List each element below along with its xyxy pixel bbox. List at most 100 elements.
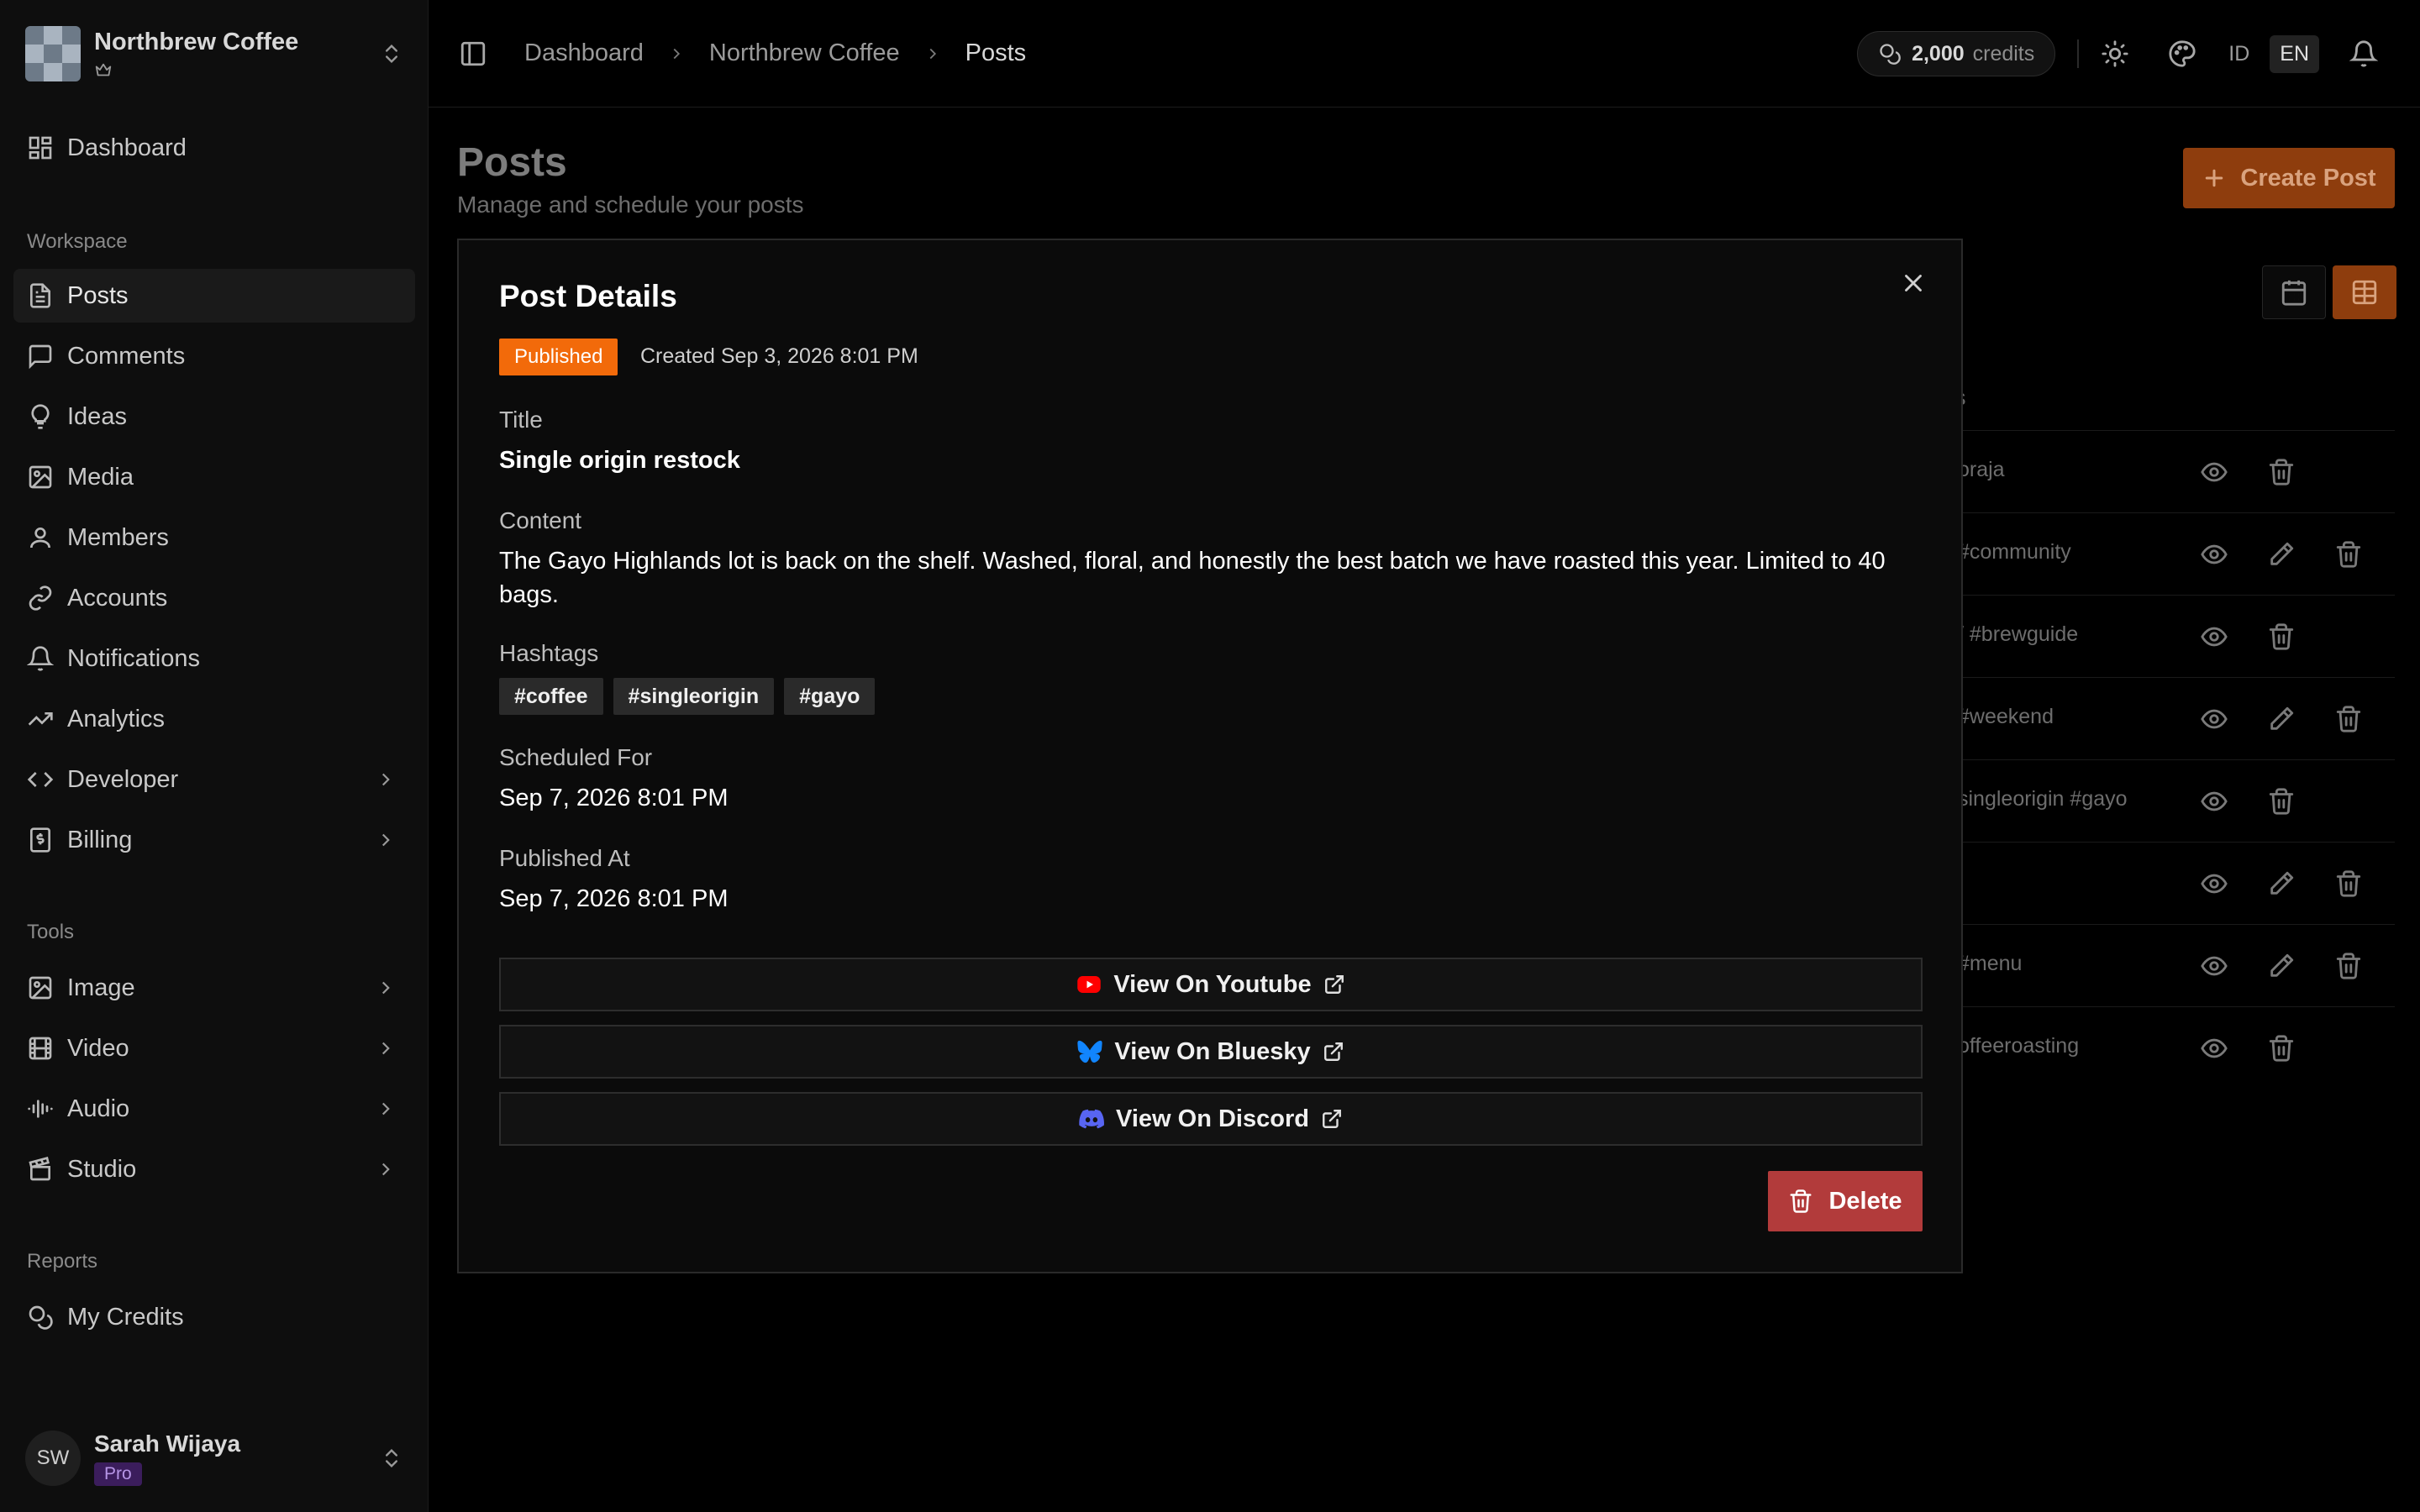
sidebar-item-posts[interactable]: Posts <box>13 269 415 323</box>
eye-icon[interactable] <box>2200 952 2228 980</box>
sidebar-item-accounts[interactable]: Accounts <box>13 571 415 625</box>
trash-icon[interactable] <box>2267 1034 2296 1063</box>
trash-icon[interactable] <box>2334 952 2363 980</box>
hashtag: #singleorigin <box>613 678 775 715</box>
view-on-discord-button[interactable]: View On Discord <box>499 1092 1923 1146</box>
sidebar-item-billing[interactable]: Billing <box>13 813 415 867</box>
pencil-icon[interactable] <box>2267 952 2296 980</box>
published-value: Sep 7, 2026 8:01 PM <box>499 885 729 912</box>
trash-icon[interactable] <box>2334 705 2363 733</box>
credits-pill[interactable]: 2,000 credits <box>1857 31 2056 76</box>
section-title-workspace: Workspace <box>27 230 128 253</box>
pencil-icon[interactable] <box>2267 705 2296 733</box>
sidebar-item-label: Audio <box>67 1095 130 1122</box>
eye-icon[interactable] <box>2200 787 2228 816</box>
sidebar-item-label: Posts <box>67 281 129 309</box>
lang-id[interactable]: ID <box>2223 35 2254 73</box>
row-hashtags: / #brewguide <box>1958 622 2079 646</box>
pencil-icon[interactable] <box>2267 869 2296 898</box>
view-on-discord-label: View On Discord <box>1116 1105 1309 1132</box>
sidebar-item-studio[interactable]: Studio <box>13 1142 415 1196</box>
table-row: oraja <box>1954 430 2395 512</box>
sidebar-item-audio[interactable]: Audio <box>13 1082 415 1136</box>
view-on-bluesky-button[interactable]: View On Bluesky <box>499 1025 1923 1079</box>
breadcrumb-org[interactable]: Northbrew Coffee <box>709 39 900 67</box>
plan-badge: Pro <box>94 1462 142 1486</box>
youtube-icon <box>1077 976 1102 993</box>
sidebar-item-my-credits[interactable]: My Credits <box>13 1290 415 1344</box>
lang-en[interactable]: EN <box>2270 34 2319 73</box>
sidebar-item-analytics[interactable]: Analytics <box>13 692 415 746</box>
view-on-bluesky-label: View On Bluesky <box>1114 1037 1311 1065</box>
bell-icon <box>27 646 54 671</box>
plus-icon <box>2206 169 2223 187</box>
palette-icon[interactable] <box>2168 39 2196 68</box>
code-icon <box>27 772 54 787</box>
eye-icon[interactable] <box>2200 705 2228 733</box>
sidebar-item-ideas[interactable]: Ideas <box>13 390 415 444</box>
table-row: #weekend <box>1954 677 2395 759</box>
pencil-icon[interactable] <box>2267 540 2296 569</box>
sidebar-item-label: Billing <box>67 826 133 853</box>
coins-icon <box>1880 44 1901 65</box>
eye-icon[interactable] <box>2200 869 2228 898</box>
sidebar-item-label: Image <box>67 974 135 1001</box>
sidebar-item-notifications[interactable]: Notifications <box>13 632 415 685</box>
trash-icon[interactable] <box>2267 787 2296 816</box>
chevron-right-icon <box>381 833 390 847</box>
bluesky-icon <box>1077 1040 1103 1063</box>
table-row: #menu <box>1954 924 2395 1006</box>
title-value: Single origin restock <box>499 447 740 474</box>
breadcrumb-dashboard[interactable]: Dashboard <box>524 39 644 67</box>
clapperboard-icon <box>29 1157 50 1181</box>
sidebar-item-label: My Credits <box>67 1303 184 1331</box>
sun-icon[interactable] <box>2101 39 2129 68</box>
eye-icon[interactable] <box>2200 458 2228 486</box>
table-icon <box>2352 280 2377 305</box>
sidebar-item-label: Dashboard <box>67 134 187 161</box>
title-label: Title <box>499 407 543 433</box>
delete-button[interactable]: Delete <box>1768 1171 1923 1231</box>
discord-icon <box>1079 1109 1105 1129</box>
credits-unit: credits <box>1972 41 2035 66</box>
trash-icon[interactable] <box>2334 869 2363 898</box>
view-on-youtube-button[interactable]: View On Youtube <box>499 958 1923 1011</box>
calendar-icon <box>2281 280 2307 306</box>
trash-icon[interactable] <box>2267 458 2296 486</box>
delete-label: Delete <box>1828 1187 1902 1215</box>
sidebar-item-media[interactable]: Media <box>13 450 415 504</box>
breadcrumb-current: Posts <box>965 39 1027 66</box>
eye-icon[interactable] <box>2200 1034 2228 1063</box>
sidebar-item-comments[interactable]: Comments <box>13 329 415 383</box>
sidebar-item-developer[interactable]: Developer <box>13 753 415 806</box>
sidebar-item-label: Video <box>67 1034 129 1062</box>
sidebar-item-video[interactable]: Video <box>13 1021 415 1075</box>
chevron-right-icon <box>673 48 680 59</box>
chevron-right-icon <box>381 773 390 786</box>
published-label: Published At <box>499 845 630 871</box>
sidebar-item-label: Notifications <box>67 644 200 672</box>
message-square-icon <box>29 344 52 370</box>
user-menu[interactable]: SW Sarah Wijaya Pro <box>25 1428 403 1488</box>
created-timestamp: Created Sep 3, 2026 8:01 PM <box>640 344 918 368</box>
hashtag-list: #coffee #singleorigin #gayo <box>499 678 876 715</box>
page-subtitle: Manage and schedule your posts <box>457 192 804 218</box>
bell-icon[interactable] <box>2349 39 2378 68</box>
sidebar-item-dashboard[interactable]: Dashboard <box>13 121 415 175</box>
chevron-right-icon <box>381 1042 390 1055</box>
content-label: Content <box>499 507 582 533</box>
org-switcher[interactable]: Northbrew Coffee <box>25 25 403 82</box>
table-view-button[interactable] <box>2333 265 2396 319</box>
close-icon[interactable] <box>1899 269 1928 297</box>
post-details-dialog: Post Details Published Created Sep 3, 20… <box>457 239 1963 1273</box>
trash-icon[interactable] <box>2267 622 2296 651</box>
sidebar-toggle-icon[interactable] <box>459 39 487 68</box>
sidebar-item-image[interactable]: Image <box>13 961 415 1015</box>
eye-icon[interactable] <box>2200 540 2228 569</box>
eye-icon[interactable] <box>2200 622 2228 651</box>
create-post-button[interactable]: Create Post <box>2183 148 2395 208</box>
row-hashtags: #weekend <box>1958 705 2054 728</box>
trash-icon[interactable] <box>2334 540 2363 569</box>
calendar-view-button[interactable] <box>2262 265 2326 319</box>
sidebar-item-members[interactable]: Members <box>13 511 415 564</box>
